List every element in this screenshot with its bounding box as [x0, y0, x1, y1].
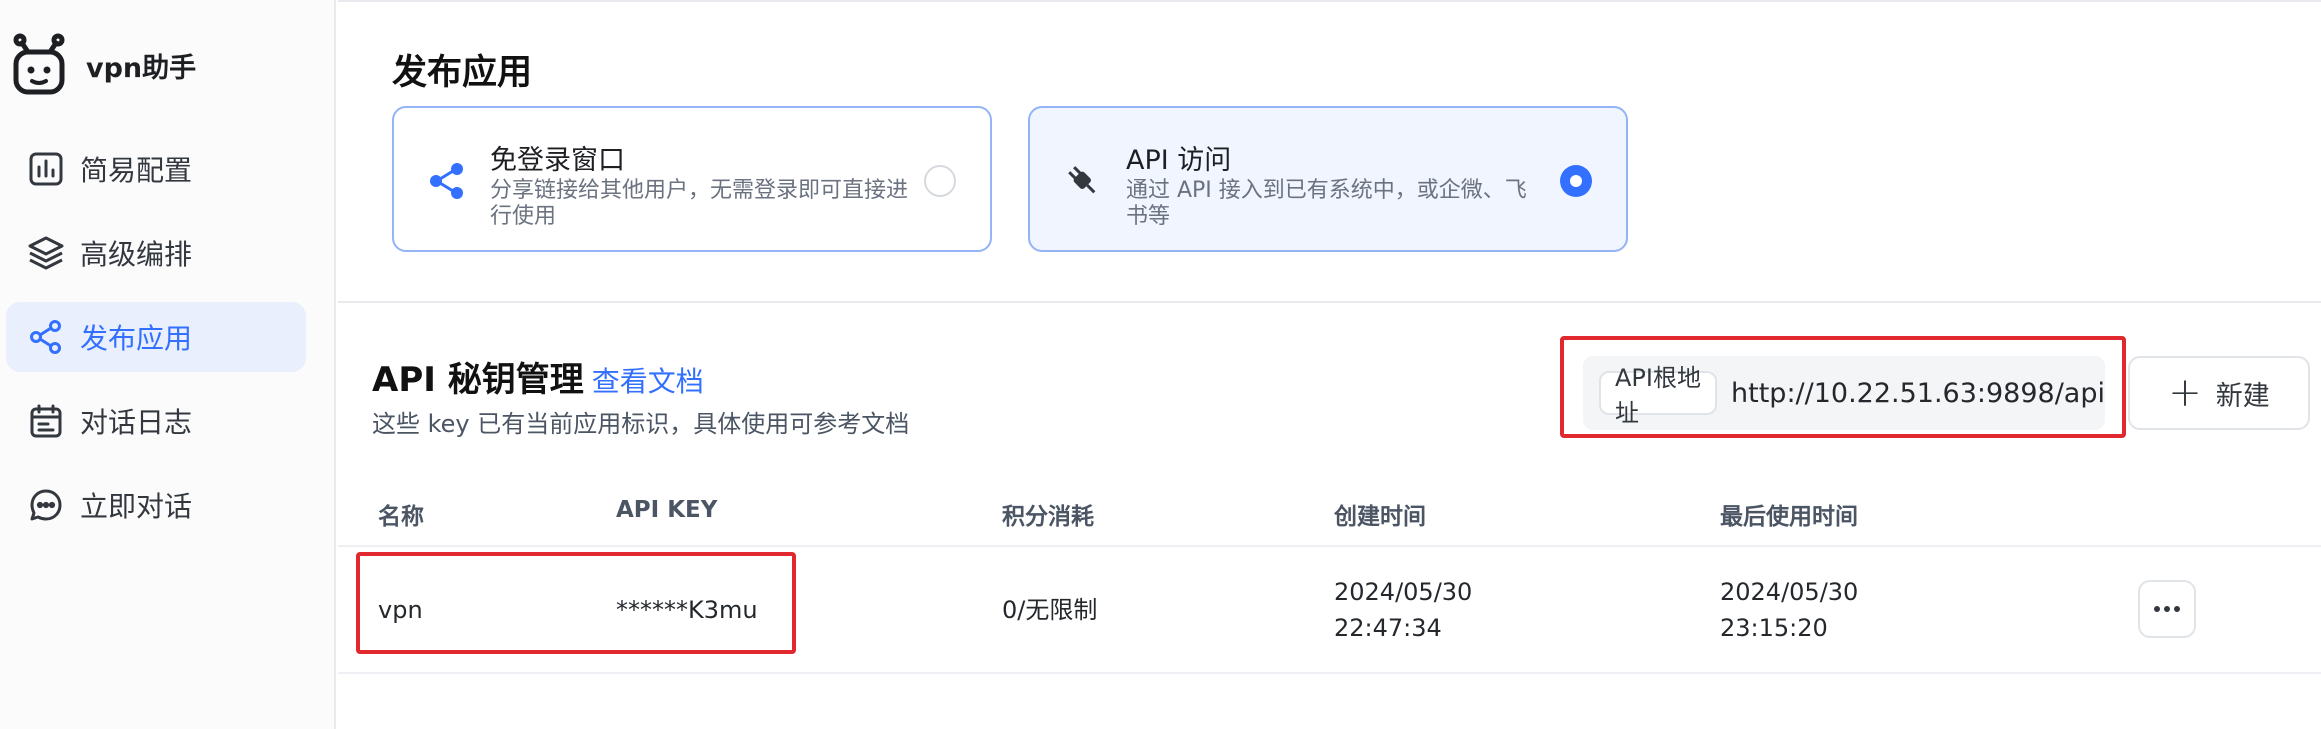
sidebar-item-label: 发布应用 — [80, 322, 193, 355]
row-more-button[interactable] — [2138, 580, 2196, 638]
chat-bubble-icon — [26, 485, 66, 525]
card-description: 通过 API 接入到已有系统中，或企微、飞书等 — [1126, 178, 1527, 229]
sidebar-item-advanced[interactable]: 高级编排 — [6, 218, 306, 288]
share-icon — [26, 317, 66, 357]
last-used-date: 2024/05/30 — [1720, 578, 1859, 606]
card-title: 免登录窗口 — [490, 145, 625, 176]
api-key-section-title: API 秘钥管理 查看文档 — [372, 352, 704, 401]
radio-button-selected[interactable] — [1560, 165, 1592, 197]
robot-logo-icon — [13, 33, 65, 95]
card-no-login-window[interactable]: 免登录窗口 分享链接给其他用户，无需登录即可直接进行使用 — [392, 106, 992, 252]
last-used-time: 23:15:20 — [1720, 614, 1828, 642]
bar-chart-icon — [26, 149, 66, 189]
table-header-divider — [338, 545, 2321, 547]
section-divider — [338, 301, 2321, 303]
plug-icon — [1060, 158, 1106, 204]
sidebar-item-label: 立即对话 — [80, 490, 193, 523]
new-key-button-label: 新建 — [2215, 380, 2270, 412]
dot — [2154, 606, 2160, 612]
sidebar-item-label: 高级编排 — [80, 238, 193, 271]
created-date: 2024/05/30 — [1334, 578, 1473, 606]
sidebar-item-label: 简易配置 — [80, 154, 193, 187]
app-name: vpn助手 — [86, 52, 197, 84]
new-key-button[interactable]: + 新建 — [2128, 356, 2310, 430]
card-api-access[interactable]: API 访问 通过 API 接入到已有系统中，或企微、飞书等 — [1028, 106, 1628, 252]
sidebar-item-publish[interactable]: 发布应用 — [6, 302, 306, 372]
sidebar: vpn助手 简易配置 高级编排 发布应用 对话日志 立即对话 — [0, 0, 336, 729]
calendar-log-icon — [26, 401, 66, 441]
highlight-box-key-row — [356, 552, 796, 654]
view-docs-link[interactable]: 查看文档 — [592, 365, 704, 398]
main-content: 发布应用 免登录窗口 分享链接给其他用户，无需登录即可直接进行使用 API 访问… — [338, 0, 2321, 729]
highlight-box-api-url — [1560, 336, 2126, 438]
column-header-usage: 积分消耗 — [1002, 504, 1094, 530]
cell-usage: 0/无限制 — [1002, 596, 1098, 624]
sidebar-item-simple-config[interactable]: 简易配置 — [6, 134, 306, 204]
sidebar-item-label: 对话日志 — [80, 406, 193, 439]
card-title: API 访问 — [1126, 145, 1232, 176]
share-nodes-icon — [424, 158, 470, 204]
cell-created: 2024/05/30 22:47:34 — [1334, 574, 1472, 646]
table-row-divider — [338, 672, 2321, 674]
card-description: 分享链接给其他用户，无需登录即可直接进行使用 — [490, 178, 909, 229]
plus-icon: + — [2168, 370, 2202, 416]
layers-icon — [26, 233, 66, 273]
page-title: 发布应用 — [392, 53, 533, 93]
cell-last-used: 2024/05/30 23:15:20 — [1720, 574, 1858, 646]
column-header-name: 名称 — [378, 504, 424, 530]
column-header-api-key: API KEY — [616, 497, 718, 523]
sidebar-item-chat-log[interactable]: 对话日志 — [6, 386, 306, 456]
dot — [2174, 606, 2180, 612]
radio-button[interactable] — [924, 165, 956, 197]
brand: vpn助手 — [10, 32, 196, 98]
created-time: 22:47:34 — [1334, 614, 1442, 642]
column-header-last-used: 最后使用时间 — [1720, 504, 1858, 530]
top-divider — [338, 0, 2321, 2]
api-key-subtitle: 这些 key 已有当前应用标识，具体使用可参考文档 — [372, 410, 910, 438]
sidebar-item-chat-now[interactable]: 立即对话 — [6, 470, 306, 540]
api-key-title-text: API 秘钥管理 — [372, 360, 584, 400]
dot — [2164, 606, 2170, 612]
column-header-created: 创建时间 — [1334, 504, 1426, 530]
sidebar-nav: 简易配置 高级编排 发布应用 对话日志 立即对话 — [6, 134, 306, 554]
